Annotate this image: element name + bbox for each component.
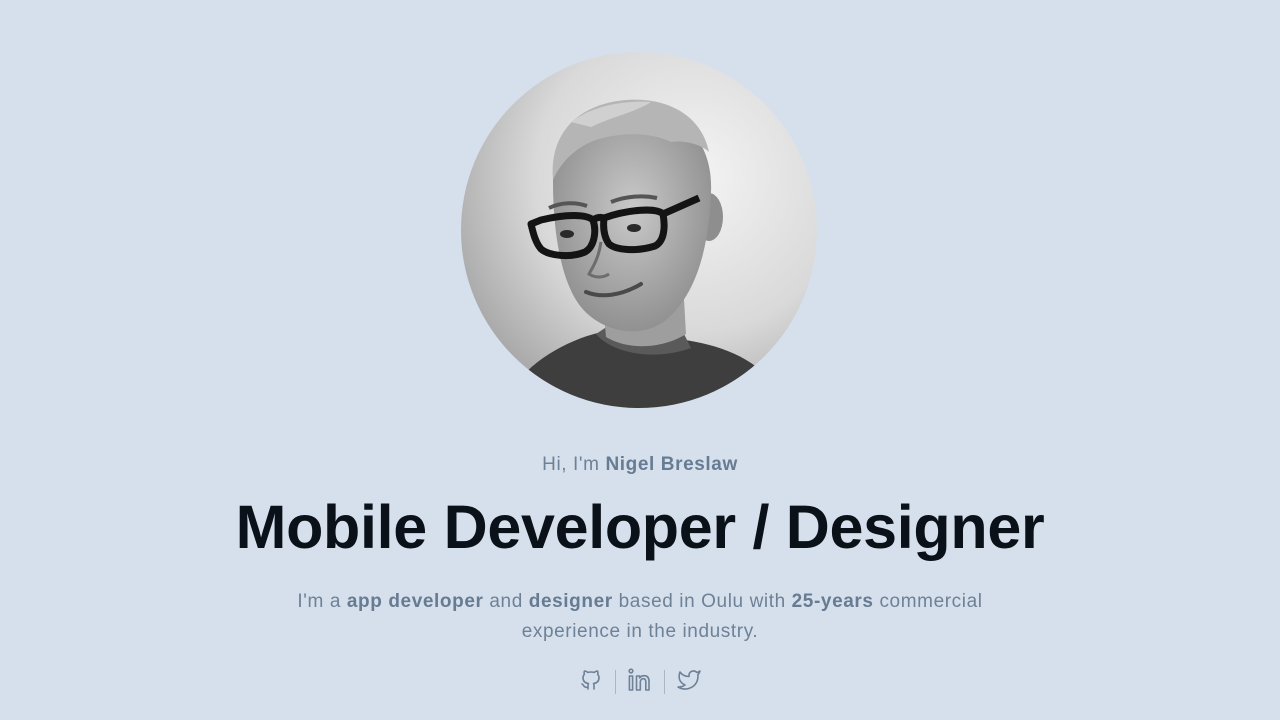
intro-part: based in Oulu with (612, 591, 792, 612)
linkedin-link[interactable] (626, 666, 654, 694)
portrait-image (461, 52, 817, 408)
person-name: Nigel Breslaw (605, 454, 738, 475)
github-icon (581, 670, 600, 690)
linkedin-icon (628, 668, 650, 691)
twitter-link[interactable] (675, 666, 703, 694)
intro-text: I'm a app developer and designer based i… (270, 587, 1010, 647)
page-title: Mobile Developer / Designer (235, 493, 1045, 561)
github-link[interactable] (577, 666, 605, 694)
intro-highlight-role: app developer (346, 591, 484, 612)
hero-section: Hi, I'm Nigel Breslaw Mobile Developer /… (0, 0, 1280, 720)
divider (664, 670, 665, 694)
twitter-icon (677, 670, 701, 690)
greeting-prefix: Hi, I'm (542, 454, 606, 475)
social-links (0, 666, 1280, 694)
intro-part: and (483, 591, 529, 612)
intro-highlight-designer: designer (528, 591, 613, 612)
intro-part: I'm a (297, 591, 347, 612)
divider (615, 670, 616, 694)
greeting: Hi, I'm Nigel Breslaw (0, 453, 1280, 477)
intro-highlight-years: 25-years (791, 591, 874, 612)
profile-photo (461, 52, 817, 408)
